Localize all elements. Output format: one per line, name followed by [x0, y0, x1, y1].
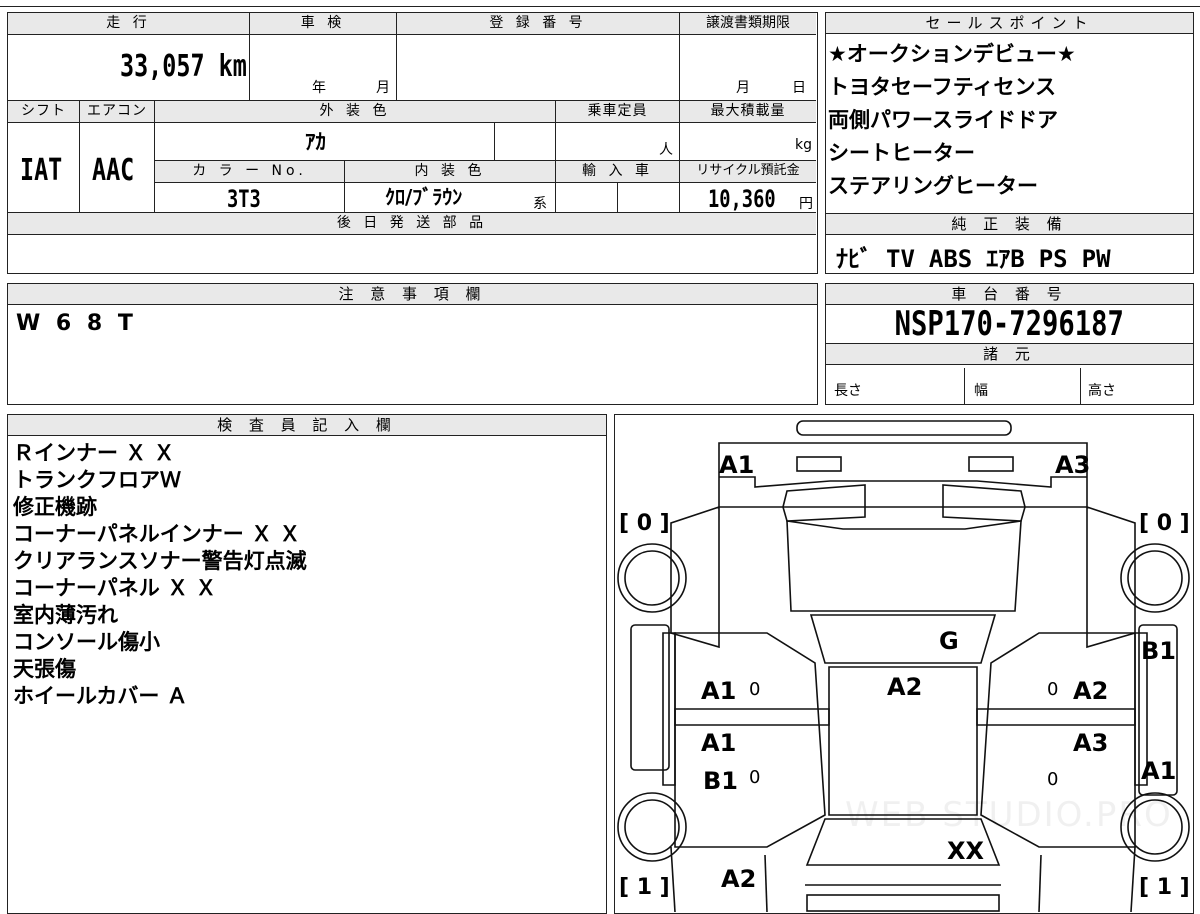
car-damage-diagram: WEB STUDIO.PRO A1 A3 [ 0 ] [ 0 ] G A2 A1…: [614, 414, 1194, 914]
inspector-line: 修正機跡: [13, 495, 97, 519]
reg-no-label: 登 録 番 号: [397, 13, 680, 35]
car-outline: [617, 420, 1190, 912]
tire-front-left: [ 0 ]: [619, 511, 670, 536]
shift-value: IAT: [8, 123, 80, 213]
recycle-value: 10,360 円: [680, 183, 816, 213]
inspector-panel: 検 査 員 記 入 欄 Ｒインナー Ｘ Ｘ トランクフロアＷ 修正機跡 コーナー…: [7, 414, 607, 914]
inspector-line: コンソール傷小: [13, 630, 160, 654]
spec-width: 幅: [974, 383, 988, 399]
zero-mark-2: 0: [1047, 679, 1059, 700]
equipment-item: ｴｱB: [986, 245, 1025, 273]
recycle-label: リサイクル預託金: [680, 161, 816, 183]
label-door-rear-left-2: B1: [703, 767, 738, 795]
inspector-lines: Ｒインナー Ｘ Ｘ トランクフロアＷ 修正機跡 コーナーパネルインナー Ｘ Ｘ …: [8, 436, 606, 710]
inspector-line: ホイールカバー Ａ: [13, 684, 188, 708]
import-value-b: [618, 183, 680, 213]
inspector-header: 検 査 員 記 入 欄: [8, 415, 606, 436]
notes-text: W 6 8 T: [16, 311, 137, 336]
label-rear: XX: [947, 837, 985, 865]
inspector-line: クリアランスソナー警告灯点滅: [13, 549, 307, 573]
top-strip: [0, 0, 1200, 7]
equipment-item: TV: [886, 245, 915, 273]
inspector-line: Ｒインナー Ｘ Ｘ: [13, 441, 175, 465]
zero-mark-3: 0: [749, 767, 761, 788]
watermark: WEB STUDIO.PRO: [845, 795, 1173, 835]
label-roof: A2: [887, 673, 923, 701]
label-door-front-left: A1: [701, 677, 737, 705]
notes-header: 注 意 事 項 欄: [8, 284, 817, 305]
transfer-label: 譲渡書類期限: [680, 13, 816, 35]
max-load-value: kg: [680, 123, 816, 161]
color-no-value: 3T3: [155, 183, 345, 213]
equipment-item: ﾅﾋﾞ: [836, 245, 872, 273]
sales-point-item: ステアリングヒーター: [828, 174, 1038, 198]
int-color-label: 内 装 色: [345, 161, 556, 183]
inspector-line: コーナーパネルインナー Ｘ Ｘ: [13, 522, 301, 546]
label-door-rear-right: A3: [1073, 729, 1109, 757]
inspector-line: トランクフロアＷ: [13, 468, 181, 492]
shaken-value: 年 月: [250, 35, 397, 101]
sales-points-header: セールスポイント: [826, 13, 1193, 34]
equipment-item: PS: [1038, 245, 1068, 273]
chassis-header: 車 台 番 号: [826, 284, 1193, 305]
ext-color-extra: [495, 123, 556, 161]
specs-row: 長さ 幅 高さ: [826, 368, 1193, 404]
chassis-number: NSP170-7296187: [826, 305, 1193, 344]
capacity-label: 乗車定員: [556, 101, 680, 123]
color-no-label: カ ラ ー No.: [155, 161, 345, 183]
ac-label: エアコン: [80, 101, 155, 123]
chassis-panel: 車 台 番 号 NSP170-7296187 諸 元 長さ 幅 高さ: [825, 283, 1194, 405]
shift-label: シフト: [8, 101, 80, 123]
label-door-front-right: A2: [1073, 677, 1109, 705]
spec-height: 高さ: [1088, 383, 1116, 399]
inspector-line: コーナーパネル Ｘ Ｘ: [13, 576, 217, 600]
reg-no-value: [397, 35, 680, 101]
sales-point-item: 両側パワースライドドア: [828, 108, 1058, 132]
vehicle-info-form: 走 行 車 検 登 録 番 号 譲渡書類期限 33,057 km 年 月 月 日…: [7, 12, 818, 274]
inspector-line: 室内薄汚れ: [13, 603, 118, 627]
label-front-left: A1: [719, 451, 755, 479]
sales-point-item: トヨタセーフティセンス: [828, 75, 1057, 99]
max-load-label: 最大積載量: [680, 101, 816, 123]
specs-header: 諸 元: [826, 344, 1193, 365]
sales-points-panel: セールスポイント ★オークションデビュー★ トヨタセーフティセンス 両側パワース…: [825, 12, 1194, 274]
later-parts-label: 後 日 発 送 部 品: [8, 213, 816, 235]
tire-rear-right: [ 1 ]: [1139, 875, 1190, 900]
ext-color-label: 外 装 色: [155, 101, 556, 123]
tire-front-right: [ 0 ]: [1139, 511, 1190, 536]
sales-point-item: ★オークションデビュー★: [828, 42, 1076, 66]
int-color-value: ｸﾛ/ﾌﾞﾗｳﾝ 系: [345, 183, 556, 213]
import-value-a: [556, 183, 618, 213]
equipment-item: PW: [1081, 245, 1111, 273]
label-side-right-1: B1: [1141, 637, 1176, 665]
label-door-rear-left-1: A1: [701, 729, 737, 757]
label-front-right: A3: [1055, 451, 1091, 479]
spec-length: 長さ: [834, 383, 862, 399]
import-label: 輸 入 車: [556, 161, 680, 183]
zero-mark-1: 0: [749, 679, 761, 700]
equipment-header: 純 正 装 備: [826, 213, 1193, 235]
label-side-right-2: A1: [1141, 757, 1177, 785]
mileage-value: 33,057 km: [8, 35, 250, 101]
tire-rear-left: [ 1 ]: [619, 875, 670, 900]
label-rear-bottom: A2: [721, 865, 757, 893]
sales-points-list: ★オークションデビュー★ トヨタセーフティセンス 両側パワースライドドア シート…: [826, 34, 1193, 203]
sales-point-item: シートヒーター: [828, 141, 975, 165]
shaken-label: 車 検: [250, 13, 397, 35]
zero-mark-4: 0: [1047, 769, 1059, 790]
mileage-text: 33,057 km: [120, 49, 247, 84]
mileage-label: 走 行: [8, 13, 250, 35]
capacity-value: 人: [556, 123, 680, 161]
equipment-item: ABS: [928, 245, 973, 273]
ext-color-value: ｱｶ: [155, 123, 495, 161]
equipment-list: ﾅﾋﾞ TV ABS ｴｱB PS PW: [836, 239, 1111, 274]
inspector-line: 天張傷: [13, 657, 76, 681]
ac-value: AAC: [80, 123, 155, 213]
label-windshield: G: [939, 627, 959, 655]
transfer-value: 月 日: [680, 35, 816, 101]
notes-panel: 注 意 事 項 欄 W 6 8 T: [7, 283, 818, 405]
